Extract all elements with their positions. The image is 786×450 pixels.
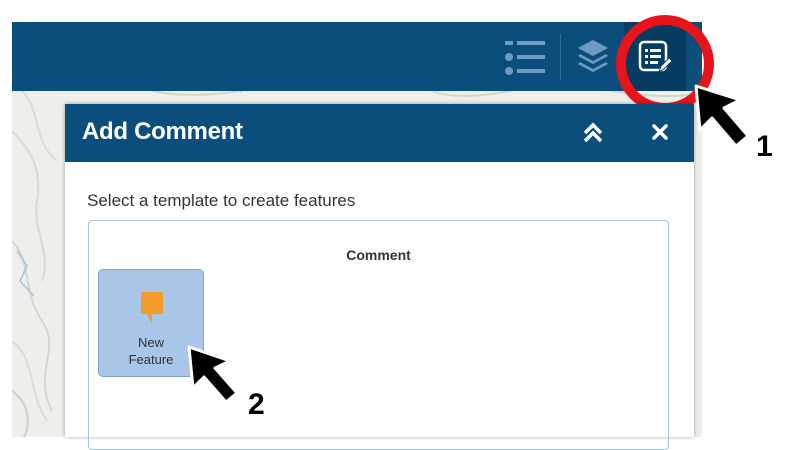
- template-group-label: Comment: [346, 247, 411, 263]
- app-header: [12, 22, 702, 91]
- legend-button[interactable]: [492, 22, 557, 91]
- close-icon: [652, 124, 668, 140]
- callout-number-1: 1: [756, 130, 773, 163]
- layers-button[interactable]: [565, 22, 620, 91]
- left-margin: [0, 22, 12, 437]
- callout-arrow-2: [187, 345, 239, 404]
- list-icon: [504, 40, 545, 75]
- layers-icon: [577, 39, 608, 72]
- close-button[interactable]: [647, 119, 673, 145]
- panel-header: Add Comment: [65, 104, 694, 162]
- callout-arrow-1: [694, 84, 750, 148]
- header-divider: [560, 34, 561, 80]
- add-comment-panel: Add Comment Select a template to create …: [65, 104, 694, 450]
- callout-number-2: 2: [248, 388, 265, 421]
- template-picker: Comment New Feature: [88, 220, 669, 450]
- panel-title: Add Comment: [82, 118, 243, 145]
- double-chevron-up-icon: [583, 122, 603, 143]
- collapse-button[interactable]: [580, 120, 606, 146]
- comment-marker-icon: [141, 292, 163, 324]
- instruction-text: Select a template to create features: [87, 191, 356, 210]
